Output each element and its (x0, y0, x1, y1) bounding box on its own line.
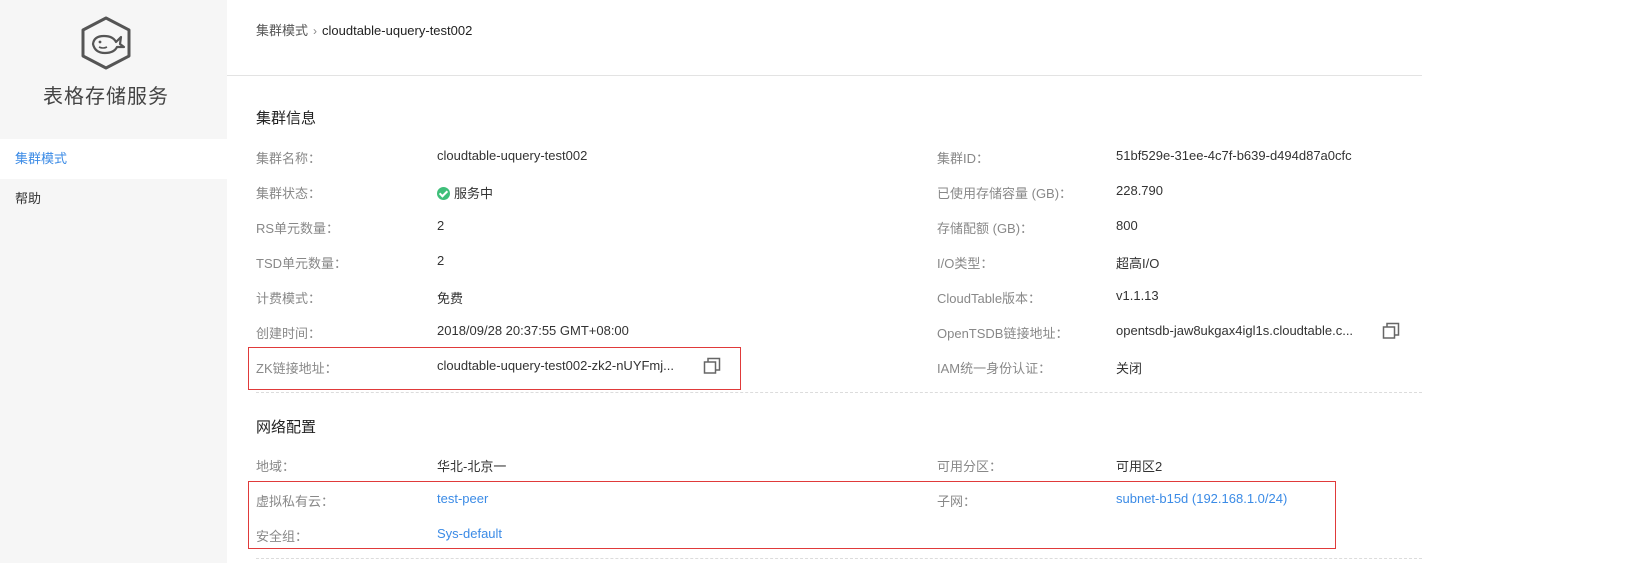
iam-auth-label: IAM统一身份认证： (937, 361, 1052, 376)
region-label: 地域： (256, 459, 296, 474)
cluster-status-label: 集群状态： (256, 186, 322, 201)
created-time-label: 创建时间： (256, 326, 322, 341)
cluster-status-value: 服务中 (437, 183, 493, 202)
subnet-label: 子网： (937, 494, 977, 509)
rs-unit-count-label: RS单元数量： (256, 221, 340, 236)
tsd-unit-count-value: 2 (437, 253, 445, 268)
whale-hexagon-icon (81, 16, 131, 70)
main-content: 集群模式 › cloudtable-uquery-test002 集群信息 集群名称… (227, 0, 1422, 563)
cluster-name-value: cloudtable-uquery-test002 (437, 148, 588, 163)
breadcrumb-current: cloudtable-uquery-test002 (322, 23, 473, 38)
used-storage-value: 228.790 (1116, 183, 1163, 198)
tsd-unit-count-label: TSD单元数量： (256, 256, 348, 271)
zk-address-label: ZK链接地址： (256, 361, 338, 376)
cluster-id-label: 集群ID： (937, 151, 990, 166)
used-storage-label: 已使用存储容量 (GB)： (937, 186, 1073, 201)
rs-unit-count-value: 2 (437, 218, 445, 233)
logo-area: 表格存储服务 (0, 0, 227, 139)
section-divider (256, 392, 1422, 393)
vpc-label: 虚拟私有云： (256, 494, 335, 509)
vpc-link[interactable]: test-peer (437, 491, 488, 506)
cluster-id-value: 51bf529e-31ee-4c7f-b639-d494d87a0cfc (1116, 148, 1352, 163)
io-type-label: I/O类型： (937, 256, 994, 271)
cluster-name-label: 集群名称： (256, 151, 322, 166)
network-config-title: 网络配置 (256, 419, 317, 436)
breadcrumb-parent-link[interactable]: 集群模式 (256, 23, 308, 38)
sidebar-nav: 集群模式 帮助 (0, 139, 227, 219)
security-group-link[interactable]: Sys-default (437, 526, 502, 541)
subnet-link[interactable]: subnet-b15d (192.168.1.0/24) (1116, 491, 1287, 506)
zk-address-value: cloudtable-uquery-test002-zk2-nUYFmj... (437, 358, 674, 373)
security-group-label: 安全组： (256, 529, 309, 544)
created-time-value: 2018/09/28 20:37:55 GMT+08:00 (437, 323, 629, 338)
iam-auth-value: 关闭 (1116, 361, 1143, 376)
availability-zone-label: 可用分区： (937, 459, 1003, 474)
section-divider (256, 558, 1422, 559)
check-circle-icon (437, 187, 450, 200)
opentsdb-address-value: opentsdb-jaw8ukgax4igl1s.cloudtable.c... (1116, 323, 1354, 338)
sidebar: 表格存储服务 集群模式 帮助 (0, 0, 227, 563)
cluster-info-title: 集群信息 (256, 110, 317, 127)
storage-quota-value: 800 (1116, 218, 1138, 233)
cluster-status-text: 服务中 (454, 186, 494, 201)
sidebar-item-help[interactable]: 帮助 (0, 179, 227, 219)
copy-icon[interactable] (703, 357, 721, 375)
sidebar-item-cluster-mode[interactable]: 集群模式 (0, 139, 227, 179)
region-value: 华北-北京一 (437, 459, 507, 474)
cloudtable-version-value: v1.1.13 (1116, 288, 1159, 303)
billing-mode-label: 计费模式： (256, 291, 322, 306)
copy-icon[interactable] (1382, 322, 1400, 340)
availability-zone-value: 可用区2 (1116, 459, 1163, 474)
breadcrumb: 集群模式 › cloudtable-uquery-test002 (256, 20, 472, 39)
opentsdb-address-label: OpenTSDB链接地址： (937, 326, 1069, 341)
breadcrumb-separator: › (313, 24, 318, 38)
cloudtable-version-label: CloudTable版本： (937, 291, 1042, 306)
storage-quota-label: 存储配额 (GB)： (937, 221, 1034, 236)
io-type-value: 超高I/O (1116, 256, 1160, 271)
billing-mode-value: 免费 (437, 291, 464, 306)
app-title: 表格存储服务 (43, 86, 169, 108)
header-divider (227, 75, 1422, 76)
